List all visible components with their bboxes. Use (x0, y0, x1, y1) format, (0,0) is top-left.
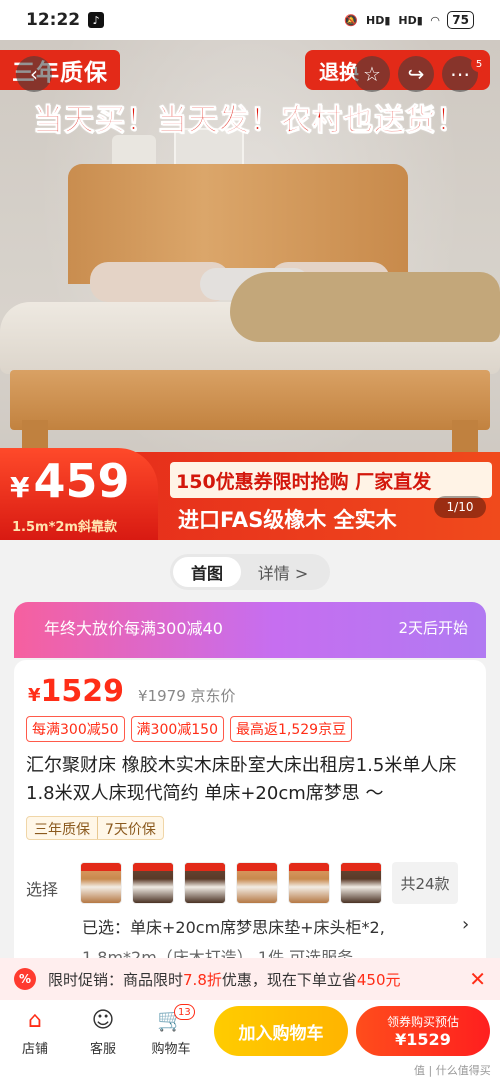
discount-chips: 每满300减50 满300减150 最高返1,529京豆 (26, 716, 353, 742)
service-tag: 三年质保 (34, 822, 90, 838)
promo-text: 年终大放价每满300减40 (44, 619, 223, 638)
customer-service-button[interactable]: ☺ 客服 (78, 1006, 128, 1058)
hero-price-subtitle: 1.5m*2m斜靠款 (12, 520, 117, 535)
image-pager: 1/10 (434, 496, 486, 518)
clock: 12:22 (26, 10, 81, 30)
tiktok-icon: ♪ (88, 12, 105, 28)
chevron-left-icon: ‹ (30, 62, 38, 86)
discount-chip[interactable]: 每满300减50 (26, 716, 125, 742)
hero-slogan: 当天买！当天发！农村也送货！ (33, 103, 467, 139)
promo-countdown: 2天后开始 (398, 618, 468, 637)
cart-button[interactable]: 🛒 13 购物车 (146, 1004, 196, 1057)
star-icon: ☆ (363, 62, 381, 86)
battery-icon: 75 (447, 11, 474, 29)
tab-main-image[interactable]: 首图 (173, 557, 241, 587)
service-tags[interactable]: 三年质保 7天价保 (26, 816, 164, 840)
bed-frame (10, 370, 490, 430)
close-icon[interactable]: ✕ (469, 967, 486, 991)
discount-chip[interactable]: 最高返1,529京豆 (230, 716, 353, 742)
status-bar: 12:22 ♪ 🔕 HD▮ HD▮ ◠ 75 (0, 0, 500, 40)
selected-variant[interactable]: 已选：单床+20cm席梦思床垫+床头柜*2, (82, 914, 385, 938)
hero-price: ¥459 (10, 454, 130, 508)
bed-blanket (230, 272, 500, 342)
service-tag: 7天价保 (97, 817, 163, 839)
detail-tabs: 首图 详情 > (170, 554, 330, 590)
promo-banner[interactable]: 年终大放价每满300减40 2天后开始 (14, 602, 486, 658)
variant-thumbnails (80, 862, 382, 904)
hero-coupon-line: 150优惠券限时抢购 厂家直发 (170, 462, 492, 498)
status-icons: 🔕 HD▮ HD▮ ◠ 75 (344, 11, 474, 29)
watermark: 值 | 什么值得买 (414, 1064, 491, 1077)
share-icon: ↪ (407, 62, 425, 86)
original-price: ¥1979 京东价 (138, 687, 236, 705)
signal-icon-1: HD▮ (366, 13, 391, 27)
limited-promo-bar[interactable]: % 限时促销：商品限时 7.8折 优惠，现在下单立省 450元 ✕ (0, 958, 500, 1000)
shop-icon: ⌂ (28, 1007, 42, 1033)
percent-icon: % (14, 968, 36, 990)
promo-prefix: 限时促销：商品限时 (48, 970, 184, 989)
variant-thumbnail[interactable] (288, 862, 330, 904)
variant-thumbnail[interactable] (236, 862, 278, 904)
promo-save: 450元 (356, 970, 401, 989)
share-button[interactable]: ↪ (398, 56, 434, 92)
discount-chip[interactable]: 满300减150 (130, 716, 224, 742)
chevron-right-icon[interactable]: › (462, 914, 469, 935)
buy-now-button[interactable]: 领券购买预估 ¥1529 (356, 1006, 490, 1056)
variant-thumbnail[interactable] (80, 862, 122, 904)
product-title[interactable]: 汇尔聚财床 橡胶木实木床卧室大床出租房1.5米单人床1.8米双人床现代简约 单床… (26, 752, 474, 808)
message-count-badge: 5 (471, 56, 487, 72)
product-price: ¥ 1529 ¥1979 京东价 (28, 674, 236, 709)
variant-thumbnail[interactable] (184, 862, 226, 904)
promo-middle: 优惠，现在下单立省 (221, 970, 357, 989)
select-label: 选择 (26, 880, 59, 899)
variant-thumbnail[interactable] (340, 862, 382, 904)
hero-material-line: 进口FAS级橡木 全实木 (178, 508, 397, 532)
variant-thumbnail[interactable] (132, 862, 174, 904)
tab-details[interactable]: 详情 > (241, 557, 325, 587)
service-icon: ☺ (91, 1007, 115, 1033)
mute-icon: 🔕 (344, 13, 359, 27)
back-button[interactable]: ‹ (16, 56, 52, 92)
shop-button[interactable]: ⌂ 店铺 (10, 1006, 60, 1058)
wifi-icon: ◠ (430, 13, 440, 27)
signal-icon-2: HD▮ (398, 13, 423, 27)
more-dots-icon: ⋯ (450, 62, 470, 86)
variant-count-button[interactable]: 共24款 (392, 862, 458, 904)
favorite-button[interactable]: ☆ (354, 56, 390, 92)
add-to-cart-button[interactable]: 加入购物车 (214, 1006, 348, 1056)
cart-count-badge: 13 (174, 1004, 195, 1020)
promo-discount: 7.8折 (183, 970, 222, 989)
